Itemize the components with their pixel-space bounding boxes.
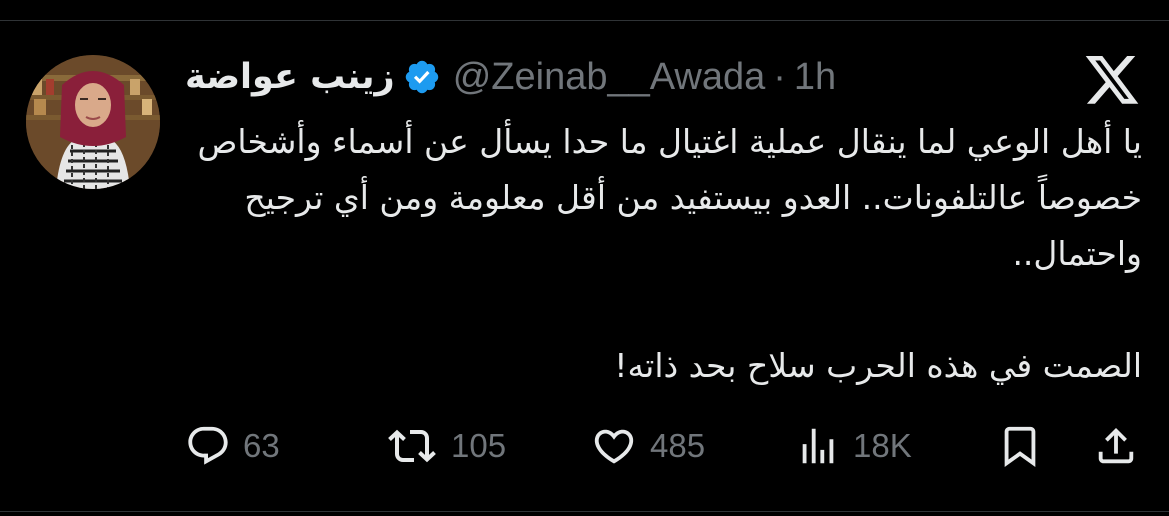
x-logo-icon[interactable] <box>1085 56 1141 106</box>
author-display-name[interactable]: زينب عواضة <box>185 57 395 97</box>
bottom-divider <box>0 511 1169 512</box>
top-divider <box>0 20 1169 21</box>
tweet-paragraph-1: يا أهل الوعي لما ينقال عملية اغتيال ما ح… <box>197 122 1142 273</box>
avatar[interactable] <box>26 55 160 189</box>
repost-count: 105 <box>451 427 507 464</box>
repost-icon <box>388 429 436 463</box>
heart-icon <box>594 429 634 464</box>
tweet-timestamp[interactable]: 1h <box>794 56 836 99</box>
share-icon <box>1098 427 1134 464</box>
views-count: 18K <box>853 427 912 464</box>
views-icon <box>802 428 834 464</box>
views-button[interactable]: 18K <box>795 418 912 474</box>
share-button[interactable] <box>1093 418 1139 474</box>
reply-icon <box>188 426 228 465</box>
separator-dot: · <box>773 55 786 98</box>
author-handle[interactable]: @Zeinab__Awada <box>453 56 766 99</box>
tweet-actions: 63 105 485 18K <box>185 418 1143 474</box>
reply-count: 63 <box>243 427 280 464</box>
like-count: 485 <box>650 427 706 464</box>
tweet-paragraph-2: الصمت في هذه الحرب سلاح بحد ذاته! <box>614 346 1142 385</box>
repost-button[interactable]: 105 <box>385 418 506 474</box>
tweet-text: يا أهل الوعي لما ينقال عملية اغتيال ما ح… <box>180 114 1142 394</box>
tweet-header: زينب عواضة @Zeinab__Awada · 1h <box>185 50 836 104</box>
bookmark-icon <box>1004 426 1036 467</box>
like-button[interactable]: 485 <box>590 418 705 474</box>
bookmark-button[interactable] <box>997 418 1043 474</box>
reply-button[interactable]: 63 <box>185 418 280 474</box>
verified-badge-icon[interactable] <box>403 58 441 96</box>
avatar-image <box>26 55 160 189</box>
